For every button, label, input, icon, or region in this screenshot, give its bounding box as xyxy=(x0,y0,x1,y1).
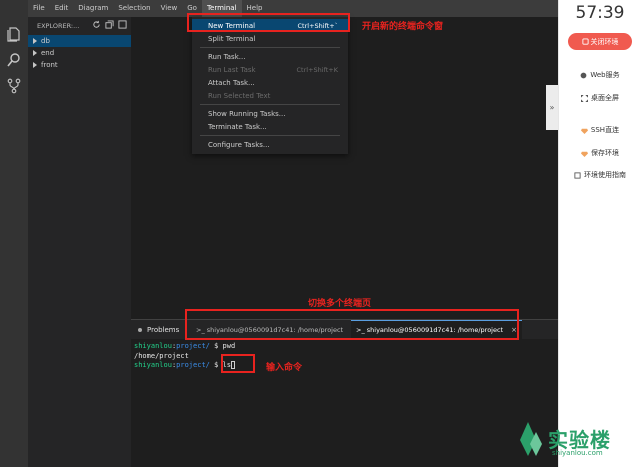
save-environment-button[interactable]: 保存环境 xyxy=(559,148,640,158)
folder-label: end xyxy=(41,49,55,57)
button-label: Web服务 xyxy=(590,71,620,79)
button-label: 桌面全屏 xyxy=(591,94,619,102)
menu-show-running-tasks[interactable]: Show Running Tasks... xyxy=(192,107,348,120)
annotation-box-terminal-tabs xyxy=(185,309,519,340)
countdown-timer: 57:39 xyxy=(575,3,625,23)
prompt-user: shiyanlou xyxy=(134,342,172,350)
menu-item-label: Show Running Tasks... xyxy=(208,109,286,118)
menu-run-task[interactable]: Run Task... xyxy=(192,50,348,63)
explorer-title: EXPLORER:... xyxy=(37,22,80,30)
terminal-line: shiyanlou:project/ $ pwd xyxy=(134,342,235,352)
button-label: 关闭环境 xyxy=(590,37,619,46)
terminal-output-text: /home/project xyxy=(134,351,189,360)
menu-separator xyxy=(200,135,340,136)
refresh-icon[interactable] xyxy=(92,20,101,29)
menu-item-label: Terminate Task... xyxy=(208,122,267,131)
explorer-header: EXPLORER:... xyxy=(28,17,131,35)
menu-file[interactable]: File xyxy=(28,0,50,17)
prompt-user: shiyanlou xyxy=(134,361,172,369)
globe-icon xyxy=(580,72,587,78)
menu-item-shortcut: Ctrl+Shift+K xyxy=(296,65,339,74)
prompt-path: project/ xyxy=(176,361,210,369)
chevron-right-icon xyxy=(33,62,37,68)
menu-separator xyxy=(200,47,340,48)
tree-folder-front[interactable]: front xyxy=(28,59,131,71)
prompt-end: $ xyxy=(209,342,223,350)
terminal-output[interactable]: shiyanlou:project/ $ pwd /home/project s… xyxy=(134,342,235,371)
collapse-all-icon[interactable] xyxy=(105,20,114,29)
search-icon[interactable] xyxy=(6,52,22,68)
power-icon xyxy=(581,38,589,45)
menu-item-label: Attach Task... xyxy=(208,78,255,87)
menu-separator xyxy=(200,104,340,105)
bottom-panel: Problems >_ shiyanlou@0560091d7c41: /hom… xyxy=(131,319,558,467)
annotation-box-new-terminal xyxy=(187,13,350,32)
tree-folder-db[interactable]: db xyxy=(28,35,131,47)
terminal-menu-dropdown: New Terminal Ctrl+Shift+` Split Terminal… xyxy=(192,17,348,154)
chevron-right-icon xyxy=(33,38,37,44)
guide-link[interactable]: 环境使用指南 xyxy=(559,170,640,180)
activity-bar xyxy=(0,0,28,467)
more-actions-icon[interactable] xyxy=(118,20,127,29)
environment-panel: 57:39 关闭环境 Web服务 桌面全屏 SSH直连 保存环境 环境使用指南 xyxy=(558,0,640,467)
tab-label: Problems xyxy=(147,325,180,334)
annotation-input-command: 输入命令 xyxy=(266,363,303,373)
menu-diagram[interactable]: Diagram xyxy=(73,0,113,17)
web-service-button[interactable]: Web服务 xyxy=(559,70,640,80)
source-control-icon[interactable] xyxy=(6,78,22,94)
terminal-line: shiyanlou:project/ $ ls xyxy=(134,361,235,371)
menu-run-selected-text[interactable]: Run Selected Text xyxy=(192,89,348,102)
terminal-line: /home/project xyxy=(134,352,235,362)
menu-item-label: Split Terminal xyxy=(208,34,256,43)
menu-run-last-task[interactable]: Run Last Task Ctrl+Shift+K xyxy=(192,63,348,76)
folder-label: front xyxy=(41,61,58,69)
button-label: SSH直连 xyxy=(590,126,620,134)
fullscreen-button[interactable]: 桌面全屏 xyxy=(559,93,640,103)
menu-view[interactable]: View xyxy=(156,0,183,17)
menu-terminate-task[interactable]: Terminate Task... xyxy=(192,120,348,133)
menu-item-label: Run Last Task xyxy=(208,65,256,74)
close-environment-button[interactable]: 关闭环境 xyxy=(568,33,632,50)
double-chevron-icon: » xyxy=(549,103,555,112)
tree-folder-end[interactable]: end xyxy=(28,47,131,59)
menu-item-label: Run Task... xyxy=(208,52,246,61)
files-icon[interactable] xyxy=(6,26,22,42)
diamond-icon xyxy=(580,128,588,134)
annotation-switch-tabs: 切换多个终端页 xyxy=(308,299,372,309)
menu-configure-tasks[interactable]: Configure Tasks... xyxy=(192,138,348,151)
logo-domain: shiyanlou.com xyxy=(552,449,603,457)
menu-item-label: Run Selected Text xyxy=(208,91,271,100)
menu-attach-task[interactable]: Attach Task... xyxy=(192,76,348,89)
expand-icon xyxy=(581,94,588,102)
prompt-path: project/ xyxy=(176,342,210,350)
terminal-command: pwd xyxy=(222,342,236,350)
tab-problems[interactable]: Problems xyxy=(138,320,179,339)
problems-icon xyxy=(138,327,142,332)
annotation-new-terminal: 开启新的终端命令窗 xyxy=(362,22,444,32)
collapse-sidebar-button[interactable]: » xyxy=(546,85,558,130)
menu-item-label: Configure Tasks... xyxy=(208,140,270,149)
diamond-icon xyxy=(581,151,588,157)
explorer-panel: EXPLORER:... db end front xyxy=(28,17,131,467)
ssh-button[interactable]: SSH直连 xyxy=(559,125,640,135)
menu-selection[interactable]: Selection xyxy=(113,0,155,17)
annotation-box-input xyxy=(221,354,255,373)
button-label: 环境使用指南 xyxy=(584,171,626,179)
menu-split-terminal[interactable]: Split Terminal xyxy=(192,32,348,45)
menu-edit[interactable]: Edit xyxy=(50,0,74,17)
folder-label: db xyxy=(41,37,50,45)
chevron-right-icon xyxy=(33,50,37,56)
book-icon xyxy=(574,171,581,179)
button-label: 保存环境 xyxy=(591,149,619,157)
